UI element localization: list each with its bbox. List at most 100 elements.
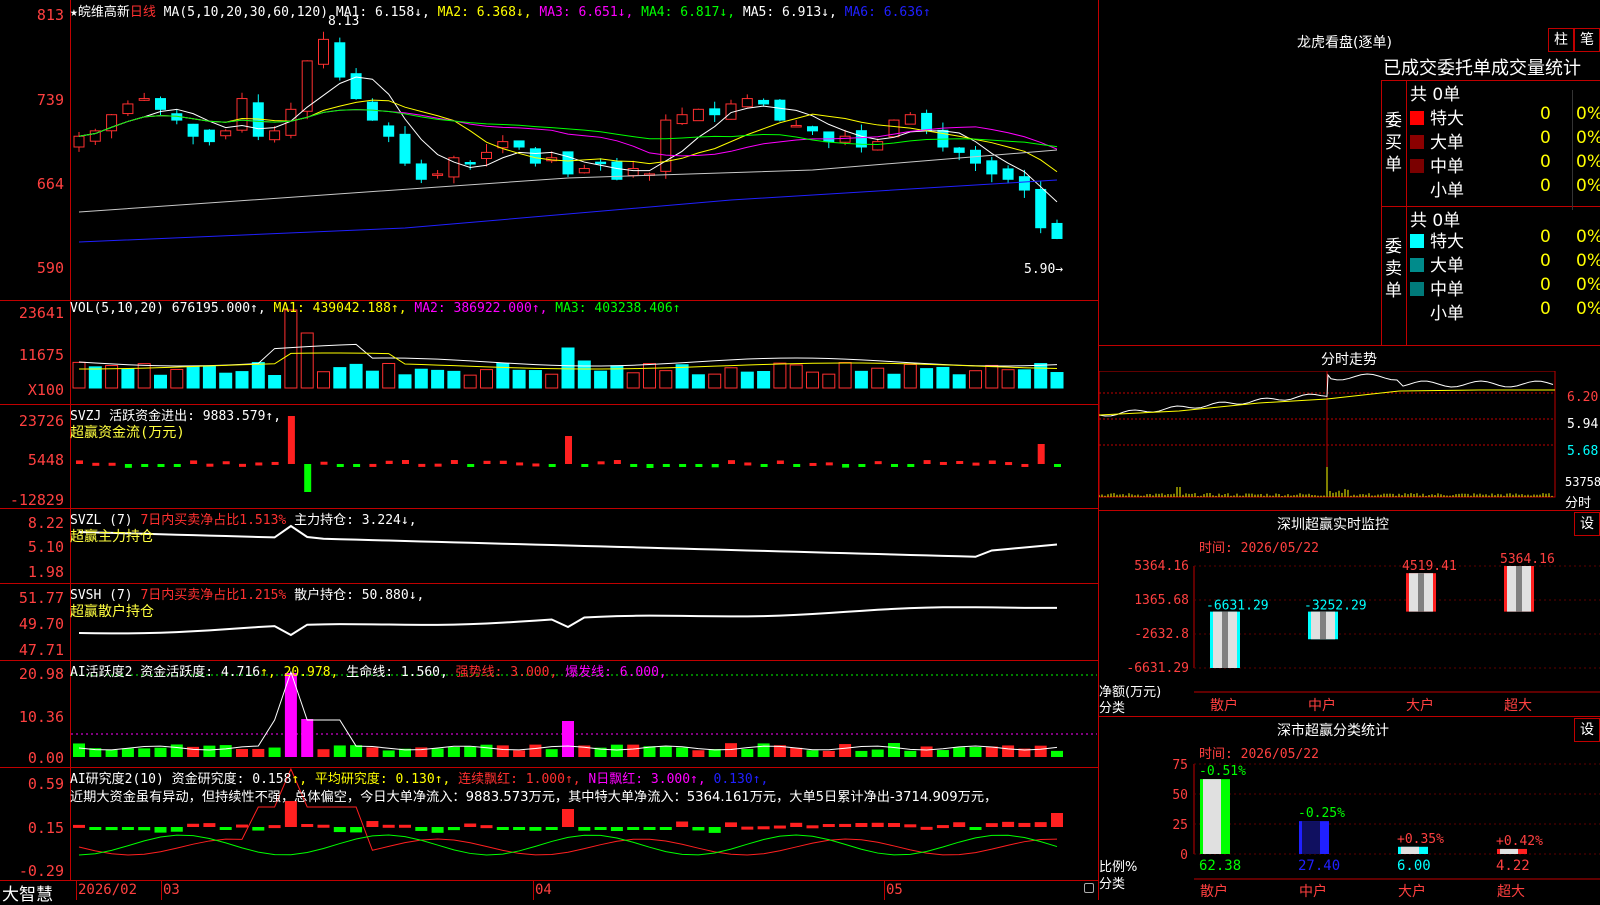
class-xlabel: 分类 bbox=[1099, 877, 1126, 892]
flow-bar bbox=[304, 464, 312, 492]
ai2-yaxis: 20.98 10.36 0.00 bbox=[0, 660, 71, 767]
flow-bar bbox=[483, 460, 491, 464]
candle-body bbox=[334, 42, 346, 78]
volume-bar bbox=[724, 367, 738, 389]
color-swatch bbox=[1410, 234, 1424, 248]
vol-value: 676195.000↑, bbox=[171, 301, 266, 316]
activity-bar bbox=[73, 743, 85, 757]
ratio-bar-inner bbox=[1401, 846, 1419, 854]
research-title: AI研究度2(10) 资金研究度: 0.158 bbox=[70, 772, 292, 787]
svsh-subtitle: 超赢散户持仓 bbox=[70, 604, 154, 620]
activity-bar bbox=[317, 749, 330, 757]
research-bar bbox=[268, 825, 281, 829]
activity-bar bbox=[529, 744, 542, 757]
flow-bar bbox=[630, 464, 638, 467]
activity-bar bbox=[366, 747, 379, 757]
lock-icon[interactable] bbox=[1084, 883, 1094, 893]
bar-value-label: 6.00 bbox=[1397, 858, 1431, 874]
longhu-tabs[interactable]: 已成交委托单成交量统计 bbox=[1383, 54, 1581, 80]
buy-total: 共 0单 bbox=[1410, 85, 1461, 105]
category-label: 中户 bbox=[1299, 883, 1327, 900]
intraday-panel[interactable]: 分时走势 6.20 5.94 5.68 53758 分时 bbox=[1099, 345, 1600, 511]
research-bar bbox=[806, 825, 819, 829]
order-percent: 0% bbox=[1576, 128, 1600, 148]
activity-bar bbox=[953, 747, 966, 757]
volume-bar bbox=[414, 368, 428, 389]
candle-body bbox=[1051, 222, 1063, 239]
research-bar bbox=[969, 827, 982, 830]
ma6-value: MA6: 6.636↑ bbox=[844, 5, 931, 20]
research-bar bbox=[73, 824, 85, 828]
order-row: 小单 0 0% bbox=[1410, 176, 1600, 201]
ytick: 0.00 bbox=[27, 749, 64, 767]
order-row: 特大 0 0% bbox=[1410, 227, 1600, 252]
activity-bar bbox=[659, 745, 672, 757]
activity-bar bbox=[920, 746, 933, 757]
volume-bar bbox=[708, 373, 722, 389]
volume-bar bbox=[577, 360, 591, 389]
activity-bar bbox=[268, 747, 281, 757]
tick-toggle-button[interactable]: 笔 bbox=[1574, 28, 1600, 52]
research-bar bbox=[219, 827, 232, 830]
candle-body bbox=[774, 99, 786, 121]
color-swatch bbox=[1410, 258, 1424, 272]
intraday-chart[interactable] bbox=[1099, 371, 1563, 509]
flow-bar bbox=[222, 461, 230, 465]
xaxis-label: 05 bbox=[886, 882, 903, 898]
candle-body bbox=[627, 168, 639, 176]
main-force-panel[interactable]: 8.22 5.10 1.98 SVZL (7) 7日内买卖净占比1.513% 主… bbox=[0, 508, 1098, 584]
activity-bar bbox=[806, 750, 819, 757]
ytick: 5448 bbox=[27, 451, 64, 469]
activity-panel[interactable]: 20.98 10.36 0.00 AI活跃度2 资金活跃度: 4.716↑, 2… bbox=[0, 660, 1098, 768]
order-type: 特大 bbox=[1430, 232, 1464, 252]
research-bar bbox=[855, 822, 868, 827]
volume-bar bbox=[88, 366, 102, 389]
candle-body bbox=[660, 119, 672, 172]
research-panel[interactable]: 0.59 0.15 -0.29 AI研究度2(10) 资金研究度: 0.158↑… bbox=[0, 767, 1098, 881]
volume-bar bbox=[284, 309, 298, 389]
volume-bar bbox=[154, 374, 167, 389]
bar-toggle-button[interactable]: 柱 bbox=[1548, 28, 1574, 52]
flow-bar bbox=[418, 463, 426, 467]
research-bar bbox=[1034, 822, 1047, 827]
flow-bar bbox=[336, 464, 344, 467]
svsh-holding: 散户持仓: 50.880↓, bbox=[286, 588, 425, 603]
candle-body bbox=[383, 125, 395, 137]
research-bar bbox=[692, 827, 705, 831]
settings-button[interactable]: 设 bbox=[1574, 718, 1600, 742]
settings-button[interactable]: 设 bbox=[1574, 512, 1600, 536]
stock-name[interactable]: ★皖维高新 bbox=[70, 5, 130, 20]
period-label[interactable]: 日线 bbox=[130, 5, 156, 20]
flow-bar bbox=[597, 461, 605, 465]
x-axis: 大智慧 2026/02 03 04 05 bbox=[0, 880, 1098, 905]
flow-bar bbox=[1021, 463, 1029, 467]
research-header: AI研究度2(10) 资金研究度: 0.158↑, 平均研究度: 0.130↑,… bbox=[70, 768, 768, 787]
volume-bar bbox=[137, 363, 151, 389]
candlestick-chart[interactable] bbox=[71, 0, 1097, 300]
candle-body bbox=[122, 103, 134, 115]
volume-panel[interactable]: 23641 11675 X100 VOL(5,10,20) 676195.000… bbox=[0, 300, 1098, 405]
ytick: 51.77 bbox=[18, 589, 64, 607]
fund-flow-panel[interactable]: 23726 5448 -12829 SVZJ 活跃资金进出: 9883.579↑… bbox=[0, 404, 1098, 509]
research-comment: 近期大资金虽有异动，但持续性不强，总体偏空，今日大单净流入：9883.573万元… bbox=[70, 790, 998, 805]
research-bar bbox=[627, 827, 640, 830]
research-bar bbox=[496, 827, 509, 830]
volume-bar bbox=[561, 347, 575, 389]
ma-def: MA(5,10,20,30,60,120) bbox=[163, 5, 329, 20]
research-bar bbox=[252, 827, 265, 831]
ytick: 0 bbox=[1180, 848, 1188, 863]
flow-bar bbox=[499, 460, 507, 464]
volume-bar bbox=[317, 371, 330, 389]
ytick: 23726 bbox=[18, 412, 64, 430]
order-percent: 0% bbox=[1576, 275, 1600, 295]
research-bar bbox=[659, 827, 672, 830]
vol-ma3: MA3: 403238.406↑ bbox=[555, 301, 681, 316]
kline-panel[interactable]: 813 739 664 590 ★皖维高新日线 MA(5,10,20,30,60… bbox=[0, 0, 1098, 301]
retail-panel[interactable]: 51.77 49.70 47.71 SVSH (7) 7日内买卖净占比1.215… bbox=[0, 583, 1098, 661]
flow-bar bbox=[141, 464, 149, 467]
volume-bar bbox=[349, 363, 363, 389]
volume-bar bbox=[463, 374, 477, 389]
research-bar bbox=[170, 827, 183, 832]
research-yaxis: 0.59 0.15 -0.29 bbox=[0, 767, 71, 880]
activity-bar bbox=[203, 745, 216, 757]
